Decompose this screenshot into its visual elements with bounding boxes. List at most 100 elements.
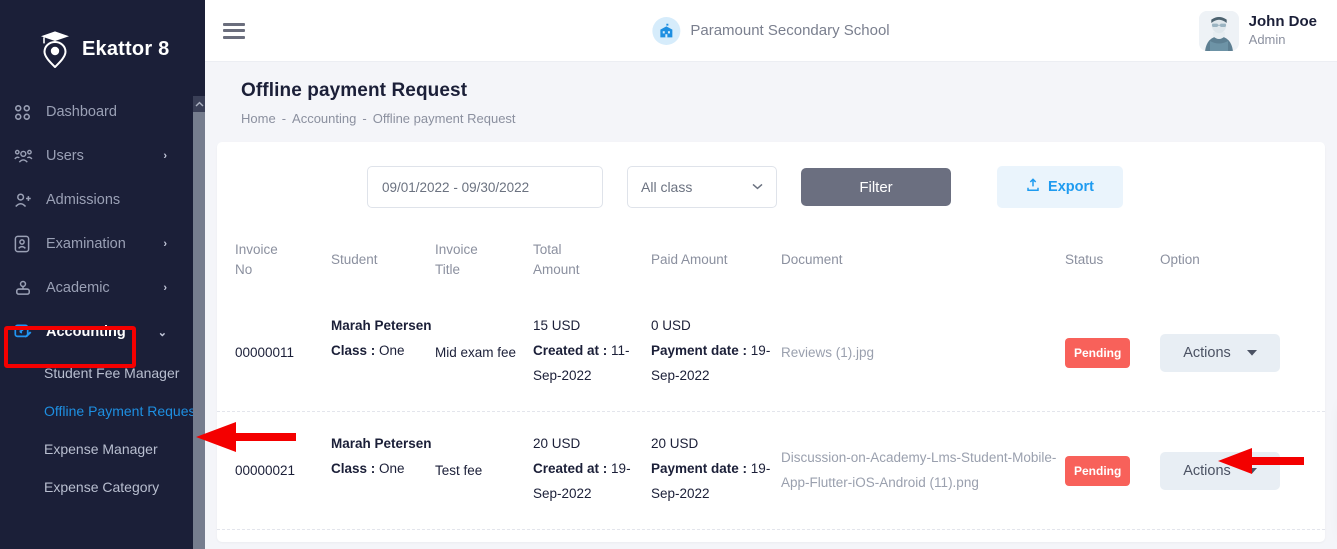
sidebar-item-academic[interactable]: Academic › xyxy=(0,266,205,310)
accounting-submenu: Student Fee Manager Offline Payment Requ… xyxy=(0,354,205,506)
class-select-value: All class xyxy=(641,179,692,195)
page-header: Offline payment Request Home - Accountin… xyxy=(205,62,1337,126)
profile-menu[interactable]: John Doe Admin xyxy=(1199,11,1317,51)
sidebar-item-label: Accounting xyxy=(46,324,126,340)
cell-status: Pending xyxy=(1065,314,1160,392)
cell-document[interactable]: Reviews (1).jpg xyxy=(781,314,1065,392)
date-range-input[interactable]: 09/01/2022 - 09/30/2022 xyxy=(367,166,603,208)
paid-amount-value: 20 USD xyxy=(651,432,781,457)
sidebar-subitem-student-fee-manager[interactable]: Student Fee Manager xyxy=(0,354,205,392)
chevron-down-icon xyxy=(1247,466,1257,477)
column-header-option: Option xyxy=(1160,250,1300,270)
person-desk-icon xyxy=(14,280,40,297)
app-root: Ekattor 8 Dashboard xyxy=(0,0,1337,549)
column-header-status: Status xyxy=(1065,250,1160,270)
sidebar-subitem-label: Expense Manager xyxy=(44,441,158,457)
cell-option: Actions xyxy=(1160,314,1300,392)
main-area: Paramount Secondary School xyxy=(205,0,1337,549)
table-row: 00000021 Marah Petersen Class : One Test… xyxy=(217,412,1325,530)
sidebar-item-accounting[interactable]: Accounting ⌄ xyxy=(0,310,205,354)
payment-date-label: Payment date : xyxy=(651,461,747,476)
created-at-label: Created at : xyxy=(533,461,607,476)
breadcrumb: Home - Accounting - Offline payment Requ… xyxy=(241,111,1337,126)
column-header-paid-amount: Paid Amount xyxy=(651,250,781,270)
breadcrumb-item-home[interactable]: Home xyxy=(241,111,276,126)
id-card-icon xyxy=(14,235,40,253)
grid-dots-icon xyxy=(14,104,40,121)
cell-total-amount: 15 USD Created at : 11-Sep-2022 xyxy=(533,314,651,389)
table-row: 00000011 Marah Petersen Class : One Mid … xyxy=(217,294,1325,412)
payments-table: Invoice No Student Invoice Title Total A… xyxy=(217,226,1325,530)
column-header-invoice-no: Invoice No xyxy=(235,240,331,279)
export-button[interactable]: Export xyxy=(997,166,1123,208)
sidebar-item-label: Admissions xyxy=(46,192,120,208)
sidebar-item-admissions[interactable]: Admissions xyxy=(0,178,205,222)
breadcrumb-item-accounting[interactable]: Accounting xyxy=(292,111,356,126)
student-class-label: Class : xyxy=(331,343,375,358)
cell-invoice-title: Mid exam fee xyxy=(435,314,533,392)
sidebar-subitem-offline-payment-request[interactable]: Offline Payment Request xyxy=(0,392,205,430)
column-header-invoice-title: Invoice Title xyxy=(435,240,533,279)
sidebar-item-dashboard[interactable]: Dashboard xyxy=(0,90,205,134)
sidebar-subitem-expense-manager[interactable]: Expense Manager xyxy=(0,430,205,468)
sidebar-scrollbar-thumb[interactable] xyxy=(193,112,205,549)
chevron-down-icon xyxy=(1247,348,1257,359)
breadcrumb-item-current: Offline payment Request xyxy=(373,111,516,126)
sidebar-subitem-label: Student Fee Manager xyxy=(44,365,179,381)
paid-amount-value: 0 USD xyxy=(651,314,781,339)
graduation-cap-pin-logo xyxy=(38,30,72,68)
upload-icon xyxy=(1026,178,1040,196)
page-title: Offline payment Request xyxy=(241,80,1337,102)
hamburger-bar xyxy=(223,29,245,32)
user-plus-icon xyxy=(14,192,40,209)
actions-button[interactable]: Actions xyxy=(1160,334,1280,372)
status-badge: Pending xyxy=(1065,338,1130,368)
column-header-student: Student xyxy=(331,250,435,270)
sidebar-nav: Dashboard Users › xyxy=(0,90,205,506)
profile-role: Admin xyxy=(1249,32,1317,48)
cell-document[interactable]: Discussion-on-Academy-Lms-Student-Mobile… xyxy=(781,432,1065,510)
breadcrumb-separator: - xyxy=(362,111,366,126)
column-header-document: Document xyxy=(781,250,1065,270)
sidebar-item-examination[interactable]: Examination › xyxy=(0,222,205,266)
users-group-icon xyxy=(14,148,40,165)
hamburger-icon[interactable] xyxy=(223,19,245,42)
chevron-right-icon: › xyxy=(163,282,167,294)
hamburger-bar xyxy=(223,36,245,39)
content-card: 09/01/2022 - 09/30/2022 All class Filter xyxy=(217,142,1325,542)
school-building-icon xyxy=(652,17,680,45)
student-name: Marah Petersen xyxy=(331,436,432,451)
cell-invoice-no: 00000021 xyxy=(235,432,331,510)
student-class-value: One xyxy=(379,461,405,476)
chevron-right-icon: › xyxy=(163,150,167,162)
total-amount-value: 20 USD xyxy=(533,432,651,457)
created-at-label: Created at : xyxy=(533,343,607,358)
sidebar-item-users[interactable]: Users › xyxy=(0,134,205,178)
cell-paid-amount: 20 USD Payment date : 19-Sep-2022 xyxy=(651,432,781,507)
export-label: Export xyxy=(1048,179,1094,195)
profile-text: John Doe Admin xyxy=(1249,13,1317,48)
brand-name: Ekattor 8 xyxy=(82,38,169,61)
cell-student: Marah Petersen Class : One xyxy=(331,432,435,482)
column-header-total-amount: Total Amount xyxy=(533,240,651,279)
scroll-up-icon[interactable] xyxy=(193,96,205,112)
sidebar-item-label: Academic xyxy=(46,280,110,296)
class-select[interactable]: All class xyxy=(627,166,777,208)
chevron-right-icon: › xyxy=(163,238,167,250)
school-selector[interactable]: Paramount Secondary School xyxy=(652,17,889,45)
student-name: Marah Petersen xyxy=(331,318,432,333)
actions-label: Actions xyxy=(1183,463,1231,479)
brand[interactable]: Ekattor 8 xyxy=(0,0,205,76)
breadcrumb-separator: - xyxy=(282,111,286,126)
filter-button[interactable]: Filter xyxy=(801,168,951,206)
cell-status: Pending xyxy=(1065,432,1160,510)
student-class-label: Class : xyxy=(331,461,375,476)
date-range-value: 09/01/2022 - 09/30/2022 xyxy=(382,180,529,195)
filter-bar: 09/01/2022 - 09/30/2022 All class Filter xyxy=(217,142,1325,208)
sidebar-subitem-label: Offline Payment Request xyxy=(44,403,199,419)
actions-button[interactable]: Actions xyxy=(1160,452,1280,490)
sidebar-subitem-expense-category[interactable]: Expense Category xyxy=(0,468,205,506)
hamburger-bar xyxy=(223,23,245,26)
money-note-icon xyxy=(14,323,40,341)
cell-invoice-no: 00000011 xyxy=(235,314,331,392)
